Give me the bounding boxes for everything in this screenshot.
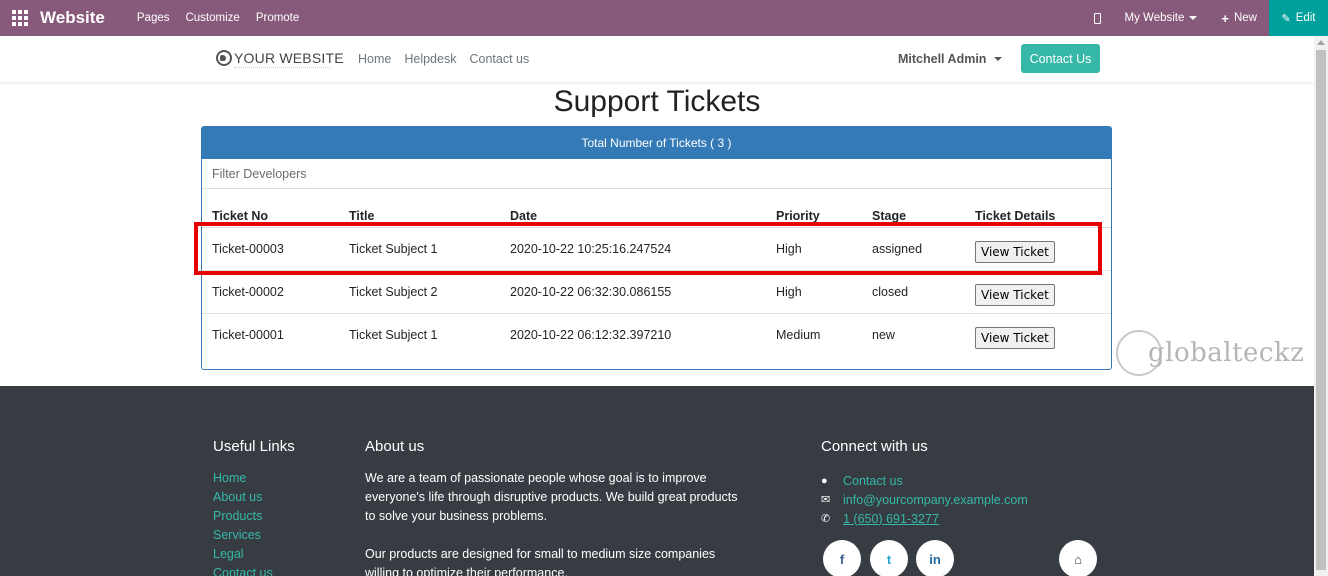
logo-divider — [234, 67, 330, 68]
user-menu[interactable]: Mitchell Admin — [898, 52, 1003, 66]
site-logo[interactable]: YOUR WEBSITE — [216, 50, 344, 66]
globe-icon — [216, 50, 232, 66]
comment-icon: ● — [821, 474, 828, 487]
cell-ticket-no: Ticket-00002 — [202, 270, 339, 314]
about-paragraph-1: We are a team of passionate people whose… — [365, 471, 738, 523]
about-text: We are a team of passionate people whose… — [365, 469, 745, 576]
menu-customize[interactable]: Customize — [177, 12, 247, 24]
cell-date: 2020-10-22 06:12:32.397210 — [510, 327, 672, 342]
nav-contact-us[interactable]: Contact us — [469, 52, 529, 66]
topbar-right: My Website + New ✎ Edit — [1082, 0, 1328, 36]
footer-link-legal[interactable]: Legal — [213, 547, 273, 566]
phone-row: ✆ 1 (650) 691-3277 — [821, 509, 1028, 528]
cell-date: 2020-10-22 06:32:30.086155 — [500, 270, 766, 314]
cell-priority: Medium — [776, 327, 821, 342]
cell-action: View Ticket — [965, 313, 1111, 356]
edit-label: Edit — [1295, 12, 1316, 24]
about-heading: About us — [365, 438, 425, 455]
cell-ticket-no: Ticket-00001 — [212, 327, 284, 342]
logo-text: YOUR WEBSITE — [234, 50, 344, 66]
watermark-text: globalteckz — [1148, 338, 1305, 368]
top-menu: Pages Customize Promote — [129, 12, 307, 24]
my-website-label: My Website — [1124, 12, 1185, 24]
connect-heading: Connect with us — [821, 438, 928, 455]
cell-stage: new — [872, 327, 895, 342]
connect-list: ● Contact us ✉ info@yourcompany.example.… — [821, 471, 1028, 528]
apps-icon — [12, 10, 28, 26]
email-row: ✉ info@yourcompany.example.com — [821, 490, 1028, 509]
useful-links-list: Home About us Products Services Legal Co… — [213, 471, 273, 576]
footer-link-about[interactable]: About us — [213, 490, 273, 509]
cell-title: Ticket Subject 2 — [339, 270, 500, 314]
table-row: Ticket-00002 Ticket Subject 2 2020-10-22… — [202, 270, 1111, 314]
plus-icon: + — [1221, 10, 1229, 26]
about-paragraph-2: Our products are designed for small to m… — [365, 547, 716, 576]
user-name: Mitchell Admin — [898, 52, 987, 66]
view-ticket-button[interactable]: View Ticket — [975, 283, 1055, 306]
cell-title: Ticket Subject 1 — [349, 327, 438, 342]
footer-link-home[interactable]: Home — [213, 471, 273, 490]
table-row: Ticket-00001 Ticket Subject 1 2020-10-22… — [202, 313, 1111, 356]
footer-contact-link[interactable]: Contact us — [843, 474, 903, 488]
menu-promote[interactable]: Promote — [248, 12, 307, 24]
useful-links-heading: Useful Links — [213, 438, 295, 455]
envelope-icon: ✉ — [821, 494, 831, 506]
my-website-dropdown[interactable]: My Website — [1113, 0, 1210, 36]
cell-stage: closed — [862, 270, 965, 314]
page-title: Support Tickets — [553, 85, 761, 118]
cell-action: View Ticket — [965, 270, 1111, 314]
filter-developers[interactable]: Filter Developers — [202, 159, 1111, 189]
page-scrollbar[interactable] — [1314, 36, 1328, 576]
phone-icon: ✆ — [821, 513, 831, 525]
chevron-down-icon — [1189, 16, 1198, 20]
scrollbar-thumb[interactable] — [1316, 50, 1326, 570]
contact-us-button[interactable]: Contact Us — [1021, 44, 1100, 73]
footer-link-contact[interactable]: Contact us — [213, 566, 273, 576]
footer-phone-link[interactable]: 1 (650) 691-3277 — [843, 512, 939, 526]
mobile-preview-button[interactable] — [1082, 0, 1113, 36]
view-ticket-button[interactable]: View Ticket — [975, 326, 1055, 349]
linkedin-icon[interactable]: in — [916, 540, 954, 576]
highlight-box — [194, 222, 1102, 275]
pencil-icon: ✎ — [1281, 12, 1291, 25]
mobile-icon — [1093, 12, 1101, 24]
facebook-icon[interactable]: f — [823, 540, 861, 576]
new-button[interactable]: + New — [1209, 0, 1269, 36]
edit-button[interactable]: ✎ Edit — [1269, 0, 1328, 36]
footer-email-link[interactable]: info@yourcompany.example.com — [843, 493, 1028, 507]
admin-topbar: Website Pages Customize Promote My Websi… — [0, 0, 1328, 36]
chevron-down-icon — [994, 57, 1003, 61]
footer-link-services[interactable]: Services — [213, 528, 273, 547]
panel-heading: Total Number of Tickets ( 3 ) — [202, 127, 1111, 159]
cell-priority: High — [766, 270, 862, 314]
nav-home[interactable]: Home — [358, 52, 391, 66]
apps-menu-button[interactable] — [0, 0, 40, 36]
nav-helpdesk[interactable]: Helpdesk — [404, 52, 456, 66]
home-icon[interactable]: ⌂ — [1059, 540, 1097, 576]
app-brand[interactable]: Website — [40, 8, 105, 28]
scroll-up-arrow-icon[interactable] — [1317, 40, 1325, 45]
footer-link-products[interactable]: Products — [213, 509, 273, 528]
new-label: New — [1233, 12, 1257, 24]
twitter-icon[interactable]: t — [870, 540, 908, 576]
site-header: YOUR WEBSITE Home Helpdesk Contact us Mi… — [0, 36, 1314, 82]
watermark: globalteckz — [1116, 330, 1312, 378]
site-nav: Home Helpdesk Contact us — [358, 52, 542, 66]
menu-pages[interactable]: Pages — [129, 12, 178, 24]
contact-row: ● Contact us — [821, 471, 1028, 490]
site-footer: Useful Links Home About us Products Serv… — [0, 386, 1314, 576]
